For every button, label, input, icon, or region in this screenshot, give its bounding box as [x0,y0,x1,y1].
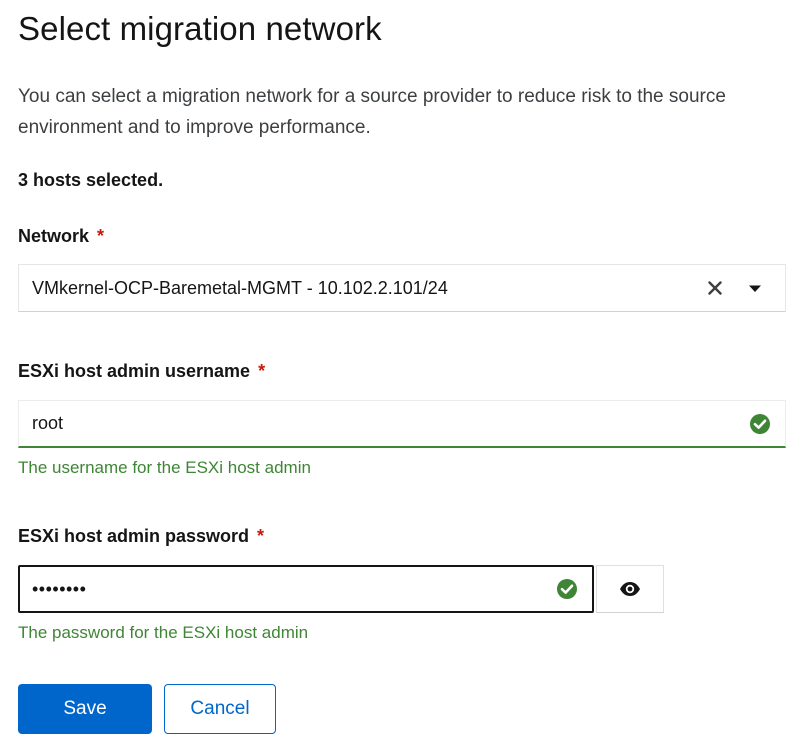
clear-selection-button[interactable] [699,268,731,308]
username-label: ESXi host admin username * [18,361,265,382]
username-label-text: ESXi host admin username [18,361,251,381]
password-required-marker: * [257,526,265,546]
show-password-button[interactable] [596,565,664,613]
password-input-value: •••••••• [32,579,87,599]
dialog-description: You can select a migration network for a… [18,86,726,138]
save-button[interactable]: Save [18,684,152,734]
password-label: ESXi host admin password * [18,526,264,547]
close-icon [708,281,722,295]
network-label: Network * [18,226,104,247]
username-input-value: root [32,413,64,433]
migration-network-dialog: Select migration network You can select … [0,0,803,746]
eye-icon [620,582,640,596]
username-input[interactable]: root [18,400,786,448]
password-input[interactable]: •••••••• [18,565,594,613]
password-input-group: •••••••• [18,565,664,613]
password-helper-text: The password for the ESXi host admin [18,623,309,642]
dialog-title: Select migration network [18,10,382,47]
check-circle-icon [556,578,578,600]
network-label-text: Network [18,226,90,246]
hosts-selected-count: 3 hosts selected. [18,170,164,190]
password-label-text: ESXi host admin password [18,526,250,546]
check-circle-icon [749,413,771,435]
username-helper-text: The username for the ESXi host admin [18,458,311,477]
network-select-value: VMkernel-OCP-Baremetal-MGMT - 10.102.2.1… [32,277,448,298]
network-dropdown-toggle[interactable] [739,268,771,308]
network-select[interactable]: VMkernel-OCP-Baremetal-MGMT - 10.102.2.1… [18,264,786,312]
cancel-button[interactable]: Cancel [164,684,276,734]
network-required-marker: * [97,226,105,246]
caret-down-icon [749,285,761,292]
username-required-marker: * [258,361,266,381]
